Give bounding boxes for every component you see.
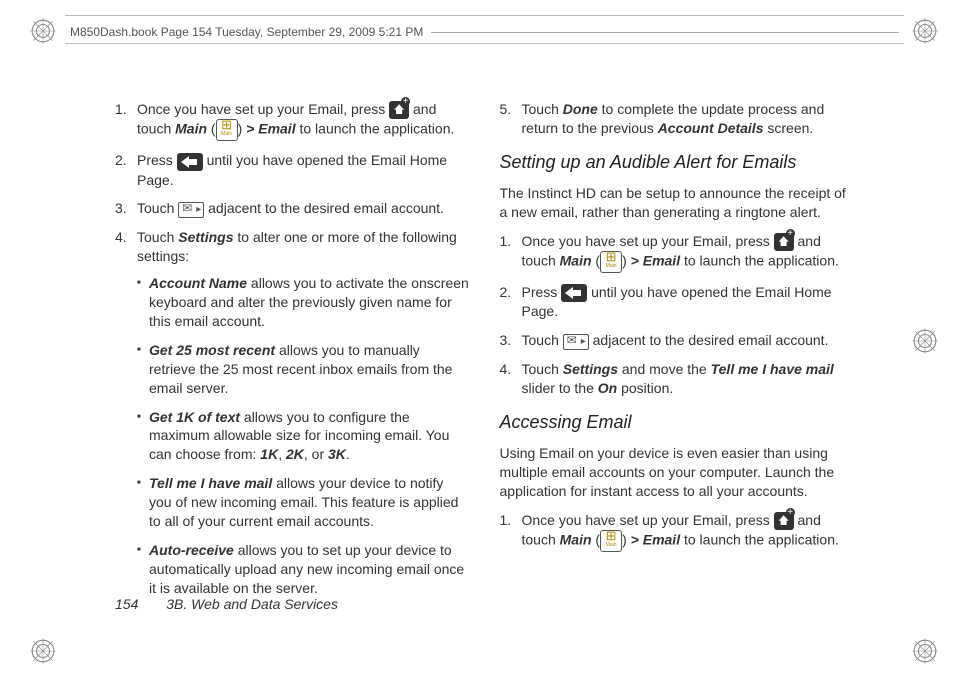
audible-intro: The Instinct HD can be setup to announce… <box>500 184 855 222</box>
audible-step-3: 3. Touch adjacent to the desired email a… <box>500 331 855 350</box>
right-column: 5. Touch Done to complete the update pro… <box>500 100 855 582</box>
page-footer: 154 3B. Web and Data Services <box>115 596 338 612</box>
home-icon <box>774 512 794 530</box>
section-title: 3B. Web and Data Services <box>166 596 338 612</box>
main-menu-icon: Main <box>216 119 238 141</box>
step-3: 3. Touch adjacent to the desired email a… <box>115 199 470 218</box>
home-icon <box>389 101 409 119</box>
step-5: 5. Touch Done to complete the update pro… <box>500 100 855 138</box>
back-arrow-icon <box>177 153 203 171</box>
audible-step-4: 4. Touch Settings and move the Tell me I… <box>500 360 855 398</box>
ring-icon <box>912 328 938 354</box>
back-arrow-icon <box>561 284 587 302</box>
main-menu-icon: Main <box>600 530 622 552</box>
audible-step-2: 2. Press until you have opened the Email… <box>500 283 855 321</box>
bullet-get-25: Get 25 most recent allows you to manuall… <box>137 341 470 398</box>
step-2: 2. Press until you have opened the Email… <box>115 151 470 189</box>
page-content: 1. Once you have set up your Email, pres… <box>115 100 854 582</box>
heading-audible-alert: Setting up an Audible Alert for Emails <box>500 150 855 174</box>
mail-arrow-icon <box>178 202 204 218</box>
ring-icon <box>30 18 56 44</box>
bullet-auto-receive: Auto-receive allows you to set up your d… <box>137 541 470 598</box>
main-menu-icon: Main <box>600 251 622 273</box>
bullet-get-1k: Get 1K of text allows you to configure t… <box>137 408 470 465</box>
header-rule <box>65 43 904 44</box>
audible-step-1: 1. Once you have set up your Email, pres… <box>500 232 855 273</box>
mail-arrow-icon <box>563 334 589 350</box>
page-number: 154 <box>115 596 138 612</box>
step-1: 1. Once you have set up your Email, pres… <box>115 100 470 141</box>
page-header: M850Dash.book Page 154 Tuesday, Septembe… <box>70 22 899 42</box>
access-intro: Using Email on your device is even easie… <box>500 444 855 501</box>
bullet-account-name: Account Name allows you to activate the … <box>137 274 470 331</box>
access-step-1: 1. Once you have set up your Email, pres… <box>500 511 855 552</box>
header-text: M850Dash.book Page 154 Tuesday, Septembe… <box>70 25 423 39</box>
ring-icon <box>912 638 938 664</box>
header-rule <box>65 15 904 16</box>
step-4: 4. Touch Settings to alter one or more o… <box>115 228 470 597</box>
home-icon <box>774 233 794 251</box>
ring-icon <box>30 638 56 664</box>
heading-accessing-email: Accessing Email <box>500 410 855 434</box>
left-column: 1. Once you have set up your Email, pres… <box>115 100 470 582</box>
ring-icon <box>912 18 938 44</box>
bullet-tell-me: Tell me I have mail allows your device t… <box>137 474 470 531</box>
